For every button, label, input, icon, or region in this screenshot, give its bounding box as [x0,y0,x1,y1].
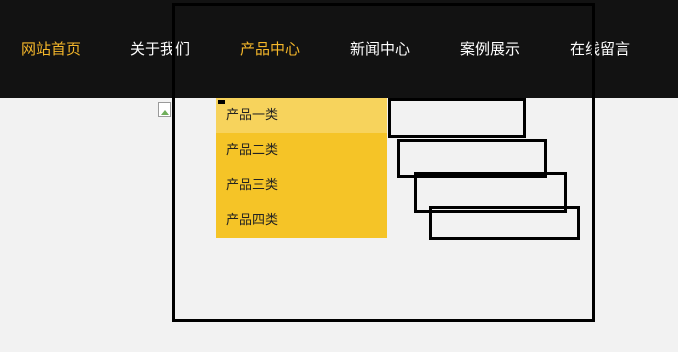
overlay-outline-2 [397,139,547,178]
dropdown-item-product-3[interactable]: 产品三类 [216,168,387,203]
dropdown-item-product-1[interactable]: 产品一类 [216,98,387,133]
dropdown-item-product-2[interactable]: 产品二类 [216,133,387,168]
dropdown-item-product-4[interactable]: 产品四类 [216,203,387,238]
nav-item-about[interactable]: 关于我们 [130,38,190,60]
products-dropdown-menu: 产品一类 产品二类 产品三类 产品四类 [216,98,387,238]
overlay-outline-3 [414,172,567,213]
nav-item-cases[interactable]: 案例展示 [460,38,520,60]
dropdown-caret-marker [218,100,225,104]
nav-item-products[interactable]: 产品中心 [240,38,300,60]
nav-item-home[interactable]: 网站首页 [21,38,81,60]
overlay-outline-4 [429,206,580,240]
broken-image-icon [158,102,174,118]
top-navbar: 网站首页 关于我们 产品中心 新闻中心 案例展示 在线留言 [0,0,678,98]
nav-item-news[interactable]: 新闻中心 [350,38,410,60]
overlay-outline-1 [388,98,526,138]
nav-item-message[interactable]: 在线留言 [570,38,630,60]
